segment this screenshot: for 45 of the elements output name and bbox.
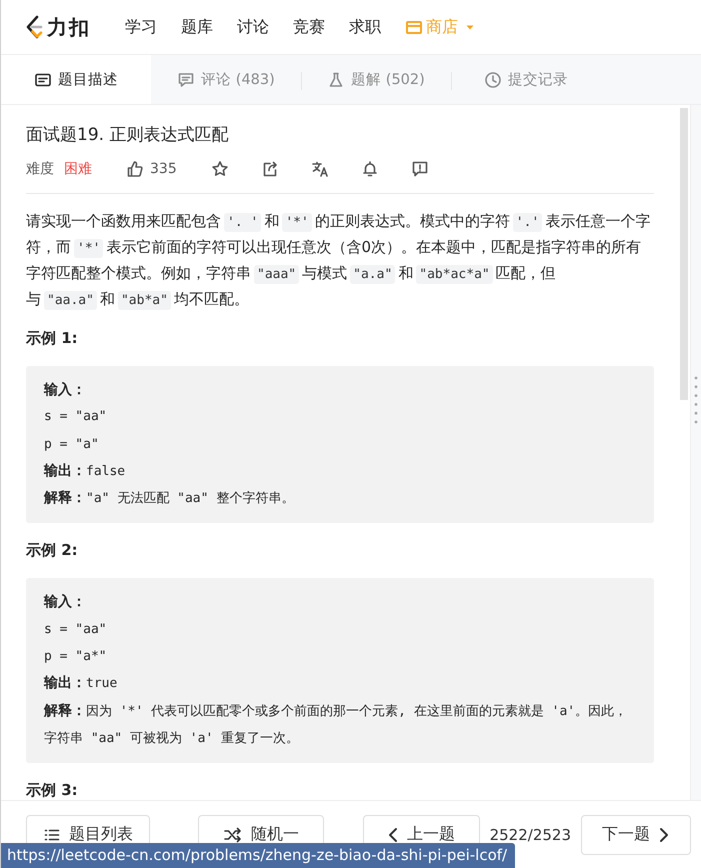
- nav-link[interactable]: 求职: [337, 16, 393, 38]
- card-icon: [34, 70, 52, 88]
- translate-icon[interactable]: [310, 160, 329, 178]
- example-heading: 示例 1:: [26, 329, 79, 348]
- example-value: s = "aa": [44, 622, 107, 637]
- example-value: s = "aa": [44, 409, 107, 424]
- nav-link[interactable]: 竞赛: [281, 16, 337, 38]
- nav-link[interactable]: 题库: [169, 16, 225, 38]
- example-heading: 示例 2:: [26, 541, 79, 560]
- problem-description: 请实现一个函数用来匹配包含 '. ' 和 '*' 的正则表达式。模式中的字符 '.' 表示任意一个字符，而 '*' 表示它前面的字符可以出现任意次（含0次）。在本题中，匹配是指字符串的所有字符匹配整个模式。例如，字符串 "aaa" 与模式 "a.a" 和 "ab*ac*a" 匹配，但与 "aa.a" 和 "ab*a" 均不匹配。: [26, 211, 652, 312]
- flask-icon: [327, 70, 346, 88]
- logo-icon: [25, 15, 43, 39]
- next-button[interactable]: 下一题: [581, 814, 691, 854]
- comment-icon: [177, 70, 196, 88]
- thumbs-up-icon: [126, 160, 144, 178]
- example-value: p = "a": [44, 436, 99, 452]
- example-text: 输出：false: [44, 462, 126, 481]
- example-text: 解释：因为 '*' 代表可以匹配零个或多个前面的那一个元素, 在这里前面的元素就是 'a'。因此，字符串 "aa" 可被视为 'a' 重复了一次。: [44, 702, 628, 748]
- example-label: 输入：: [44, 382, 86, 398]
- nav-link[interactable]: 讨论: [225, 16, 281, 38]
- bell-icon[interactable]: [360, 160, 379, 178]
- share-icon[interactable]: [260, 160, 279, 178]
- scrollbar-thumb[interactable]: [680, 108, 688, 400]
- star-icon[interactable]: [210, 160, 229, 178]
- example-text: 输出：true: [44, 674, 118, 694]
- problem-counter: 2522/2523: [490, 826, 571, 844]
- grip-icon[interactable]: [694, 375, 698, 425]
- like-count: 335: [150, 161, 177, 177]
- difficulty-label: 难度: [26, 160, 54, 178]
- problem-title: 面试题19. 正则表达式匹配: [26, 124, 230, 146]
- shuffle-icon: [223, 826, 243, 844]
- example-heading: 示例 3:: [26, 781, 79, 800]
- chevron-left-icon: [387, 826, 400, 844]
- tab[interactable]: 题目描述: [1, 55, 151, 104]
- nav-link[interactable]: 学习: [113, 16, 169, 38]
- clock-icon: [484, 70, 502, 88]
- example-value: p = "a*": [44, 649, 107, 664]
- logo-text[interactable]: 力扣: [47, 14, 91, 40]
- chevron-right-icon: [658, 826, 670, 844]
- example-text: 解释："a" 无法匹配 "aa" 整个字符串。: [44, 489, 296, 508]
- feedback-icon[interactable]: [410, 160, 429, 178]
- example-label: 输入：: [44, 594, 86, 610]
- shop-icon: [405, 18, 423, 36]
- link-url-tooltip: https://leetcode-cn.com/problems/zheng-ze-biao-da-shi-pi-pei-lcof/: [1, 843, 516, 868]
- difficulty-value: 困难: [64, 160, 92, 178]
